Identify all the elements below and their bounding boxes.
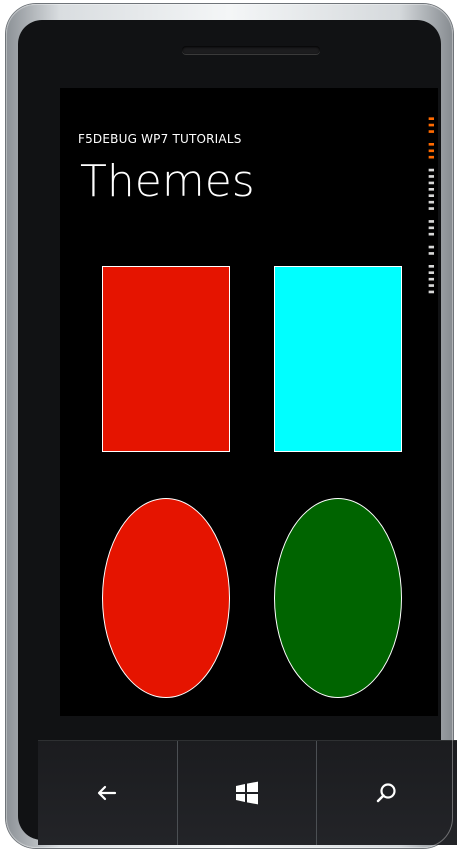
back-arrow-icon xyxy=(89,775,125,811)
start-button[interactable] xyxy=(177,741,318,845)
search-icon xyxy=(369,775,405,811)
windows-logo-icon xyxy=(229,775,265,811)
right-ellipse xyxy=(274,498,402,698)
right-rectangle xyxy=(274,266,402,452)
phone-body: F5DEBUG WP7 TUTORIALS Themes ▮▮▮ ▮▮▮ ▮▮▮… xyxy=(18,20,457,845)
page-title: Themes xyxy=(80,156,255,207)
frame-rate-counter: ▮▮▮ ▮▮▮ ▮▮▮▮▮▮▮ ▮▮▮ ▮▮ ▮▮▮▮▮ xyxy=(424,116,438,406)
phone-screen: F5DEBUG WP7 TUTORIALS Themes ▮▮▮ ▮▮▮ ▮▮▮… xyxy=(60,88,438,716)
left-ellipse xyxy=(102,498,230,698)
frame-rate-counter-glyphs: ▮▮▮ ▮▮▮ ▮▮▮▮▮▮▮ ▮▮▮ ▮▮ ▮▮▮▮▮ xyxy=(426,116,436,296)
search-button[interactable] xyxy=(317,741,457,845)
hardware-nav-bar xyxy=(38,740,457,845)
back-button[interactable] xyxy=(38,741,178,845)
left-rectangle xyxy=(102,266,230,452)
phone-device: F5DEBUG WP7 TUTORIALS Themes ▮▮▮ ▮▮▮ ▮▮▮… xyxy=(6,4,457,848)
speaker-grille xyxy=(182,46,320,54)
app-title: F5DEBUG WP7 TUTORIALS xyxy=(78,132,242,146)
